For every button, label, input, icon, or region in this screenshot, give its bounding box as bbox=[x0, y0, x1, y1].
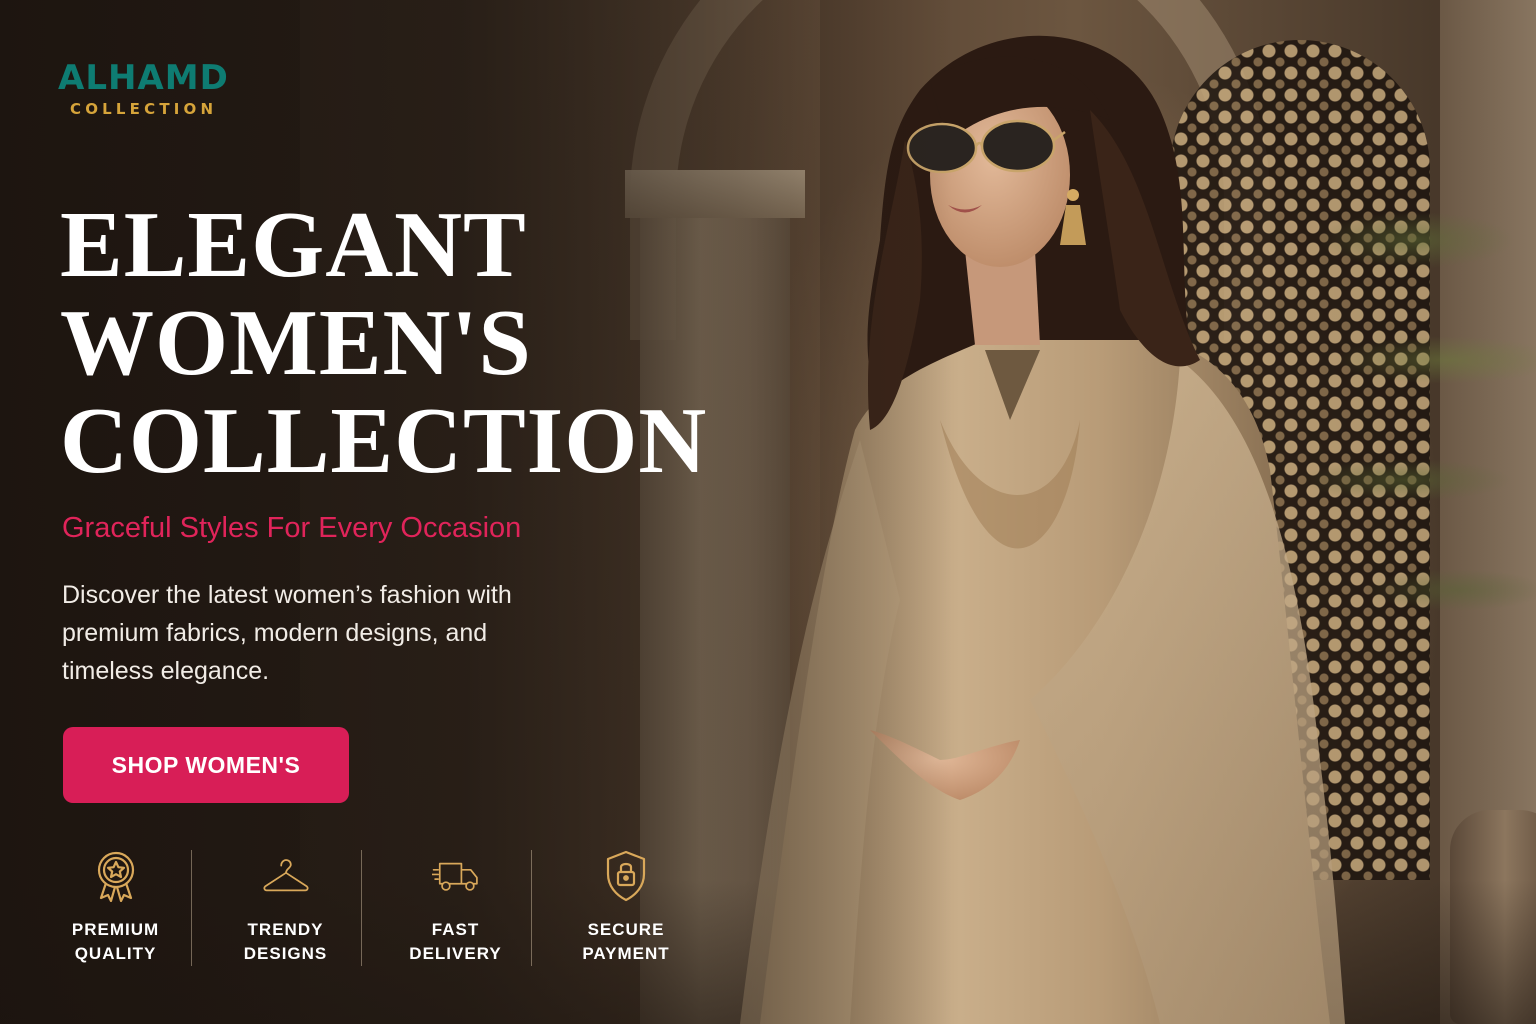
shield-lock-icon bbox=[602, 850, 650, 902]
feature-secure-payment: SECURE PAYMENT bbox=[550, 850, 702, 966]
feature-fast-delivery: FAST DELIVERY bbox=[380, 850, 532, 966]
hero-description: Discover the latest women’s fashion with… bbox=[62, 581, 512, 685]
headline-line-2: WOMEN'S bbox=[60, 291, 532, 395]
brand-subtitle: COLLECTION bbox=[70, 100, 218, 118]
feature-label: PREMIUM QUALITY bbox=[71, 920, 160, 963]
brand-logo[interactable]: ALHAMD COLLECTION bbox=[58, 58, 258, 118]
feature-list: PREMIUM QUALITY TRENDY DESIGNS FAST DELI… bbox=[40, 850, 702, 970]
feature-trendy-designs: TRENDY DESIGNS bbox=[210, 850, 362, 966]
feature-label: FAST DELIVERY bbox=[409, 920, 502, 963]
feature-premium-quality: PREMIUM QUALITY bbox=[40, 850, 192, 966]
brand-name: ALHAMD bbox=[58, 58, 229, 98]
hanger-icon bbox=[262, 852, 310, 900]
delivery-truck-icon bbox=[431, 852, 480, 900]
hero-tagline: Graceful Styles For Every Occasion bbox=[62, 512, 522, 544]
hero-headline: ELEGANT WOMEN'S COLLECTION bbox=[60, 193, 708, 493]
feature-label: SECURE PAYMENT bbox=[582, 920, 670, 963]
feature-label: TRENDY DESIGNS bbox=[243, 920, 328, 963]
award-badge-icon bbox=[92, 851, 140, 902]
headline-line-1: ELEGANT bbox=[60, 193, 527, 297]
headline-line-3: COLLECTION bbox=[60, 389, 708, 493]
shop-womens-button[interactable]: SHOP WOMEN'S bbox=[63, 727, 349, 803]
